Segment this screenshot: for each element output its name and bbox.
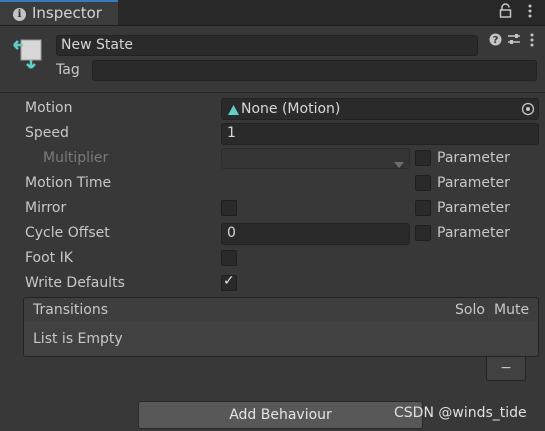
info-icon: i <box>13 8 26 21</box>
write-defaults-checkbox[interactable]: ✓ <box>221 273 237 291</box>
add-behaviour-button[interactable]: Add Behaviour <box>138 401 423 429</box>
svg-text:?: ? <box>493 35 499 46</box>
transitions-col-mute: Mute <box>494 302 530 318</box>
kebab-menu-icon[interactable] <box>528 4 532 22</box>
mirror-checkbox[interactable] <box>221 200 237 216</box>
motion-time-parameter-label: Parameter <box>437 175 510 191</box>
preset-icon[interactable] <box>507 33 521 50</box>
dropdown-arrow-icon <box>394 156 404 172</box>
lock-icon[interactable] <box>499 3 512 22</box>
header-divider <box>0 92 545 93</box>
mirror-label: Mirror <box>25 200 67 216</box>
transitions-empty-text: List is Empty <box>33 331 123 347</box>
foot-ik-label: Foot IK <box>25 250 73 266</box>
cycle-offset-parameter-checkbox[interactable] <box>415 225 431 241</box>
motion-time-parameter-checkbox[interactable] <box>415 175 431 191</box>
state-name-input[interactable]: New State <box>56 35 478 56</box>
motion-label: Motion <box>25 100 73 116</box>
tag-input[interactable] <box>92 60 537 81</box>
write-defaults-label: Write Defaults <box>25 275 125 291</box>
motion-value: None (Motion) <box>241 101 341 117</box>
multiplier-parameter-checkbox[interactable] <box>415 150 431 166</box>
cycle-offset-value: 0 <box>227 225 236 241</box>
watermark-text: CSDN @winds_tide <box>394 405 527 421</box>
transitions-list: List is Empty <box>23 321 539 357</box>
multiplier-dropdown[interactable] <box>221 148 410 169</box>
object-picker-icon[interactable] <box>521 102 535 120</box>
motion-object-field[interactable]: None (Motion) <box>221 98 539 120</box>
motion-time-label: Motion Time <box>25 175 112 191</box>
tab-inspector-label: Inspector <box>32 4 102 22</box>
foot-ik-checkbox[interactable] <box>221 250 237 266</box>
cycle-offset-label: Cycle Offset <box>25 225 110 241</box>
transitions-col-solo: Solo <box>455 302 485 318</box>
transitions-header: Transitions Solo Mute <box>23 297 539 322</box>
tab-inspector[interactable]: i Inspector <box>0 0 118 25</box>
remove-transition-button[interactable]: − <box>486 357 526 381</box>
motion-clip-icon <box>228 103 239 119</box>
tag-label: Tag <box>56 62 80 78</box>
cycle-offset-parameter-label: Parameter <box>437 225 510 241</box>
transitions-title: Transitions <box>33 302 108 318</box>
speed-value: 1 <box>227 125 236 141</box>
checkmark-icon: ✓ <box>223 273 235 289</box>
multiplier-label: Multiplier <box>43 150 109 166</box>
help-icon[interactable]: ? <box>489 33 502 50</box>
mirror-parameter-label: Parameter <box>437 200 510 216</box>
multiplier-parameter-label: Parameter <box>437 150 510 166</box>
animator-state-icon <box>12 38 42 69</box>
mirror-parameter-checkbox[interactable] <box>415 200 431 216</box>
speed-input[interactable]: 1 <box>221 123 539 145</box>
speed-label: Speed <box>25 125 69 141</box>
cycle-offset-input[interactable]: 0 <box>221 223 410 245</box>
tab-bar: i Inspector <box>0 0 545 26</box>
context-menu-icon[interactable] <box>530 33 534 51</box>
